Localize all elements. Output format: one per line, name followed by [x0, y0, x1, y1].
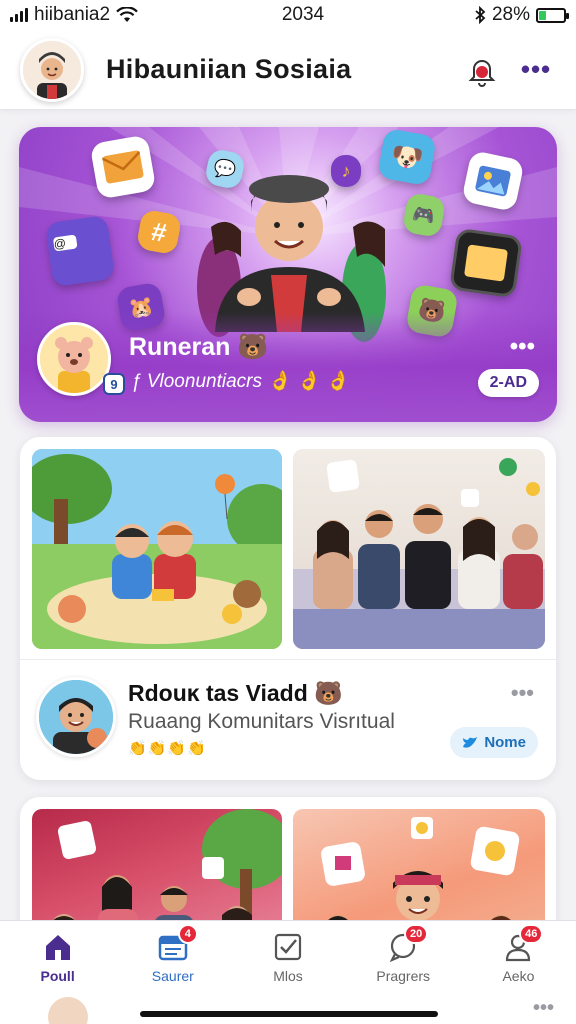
app-title: Hibauniian Sosiaia: [106, 54, 352, 84]
nav-label-tasks: Mlos: [273, 968, 303, 984]
post-author-avatar[interactable]: [36, 677, 116, 757]
notification-button[interactable]: [462, 50, 502, 90]
post-title: Rdouĸ tas Viadd 🐻: [128, 680, 343, 706]
bluetooth-icon: [475, 6, 486, 24]
featured-more-button[interactable]: •••: [510, 333, 535, 361]
featured-badge[interactable]: 2-AD: [477, 369, 539, 397]
profile-avatar[interactable]: [20, 37, 84, 102]
featured-subtitle: ƒ Vloonuntiacrs 👌 👌 👌: [131, 371, 349, 392]
nav-label-inbox: Saurer: [151, 968, 194, 984]
nav-item-chat[interactable]: 20 Pragrers: [346, 921, 461, 995]
battery-icon: [536, 7, 569, 23]
profile-badge: 46: [519, 924, 544, 944]
post-divider: [20, 659, 556, 660]
featured-card[interactable]: 💬 ♪ 🐶 @ # 🎮 🐻 🐹 9 Runeran 🐻 ƒ Vloonuntia…: [19, 127, 557, 422]
next-post-more-button[interactable]: •••: [533, 997, 554, 1020]
share-button[interactable]: Nome: [450, 727, 538, 758]
battery-level-fill: [539, 10, 546, 20]
post-image-group[interactable]: [293, 449, 545, 649]
inbox-icon: 4: [158, 924, 198, 962]
post-subtitle: Ruaang Komunitars Visrıtual: [128, 710, 395, 733]
nav-label-home: Poull: [40, 968, 75, 984]
bottom-navigation: Poull 4 Saurer Mlos 20 Pragrers 46 Aeko: [0, 920, 576, 995]
status-bar: hiibania2 2034 28%: [0, 0, 576, 30]
nav-label-chat: Pragrers: [376, 968, 431, 984]
home-indicator[interactable]: [140, 1011, 438, 1017]
wifi-icon: [116, 7, 138, 22]
clock: 2034: [281, 4, 325, 25]
chat-badge: 20: [403, 924, 429, 944]
app-header: Hibauniian Sosiaia •••: [0, 30, 576, 110]
share-label: Nome: [484, 734, 526, 751]
post-reactions[interactable]: 👏👏👏👏: [128, 739, 207, 757]
next-post-peek[interactable]: •••: [0, 995, 576, 1024]
profile-icon: 46: [503, 924, 544, 962]
inbox-badge: 4: [177, 924, 198, 944]
header-more-button[interactable]: •••: [516, 50, 556, 90]
post-image-park[interactable]: [32, 449, 282, 649]
bell-icon: [468, 59, 496, 87]
bird-icon: [463, 736, 478, 748]
check-box-icon: [273, 932, 303, 962]
signal-icon: [10, 8, 28, 22]
featured-avatar[interactable]: [37, 322, 111, 396]
featured-name: Runeran 🐻: [129, 333, 269, 361]
nav-item-inbox[interactable]: 4 Saurer: [115, 921, 230, 995]
next-post-avatar: [48, 997, 88, 1024]
nav-item-home[interactable]: Poull: [0, 921, 115, 995]
post-card[interactable]: Rdouĸ tas Viadd 🐻 Ruaang Komunitars Visr…: [20, 437, 556, 780]
post-more-button[interactable]: •••: [511, 680, 534, 706]
status-right: 28%: [436, 4, 569, 26]
nav-item-profile[interactable]: 46 Aeko: [461, 921, 576, 995]
carrier-name: hiibania2: [34, 4, 111, 25]
avatar-count-badge: 9: [103, 373, 125, 395]
chat-icon: 20: [388, 924, 429, 963]
battery-percent: 28%: [491, 4, 530, 25]
nav-label-profile: Aeko: [502, 968, 535, 984]
nav-item-tasks[interactable]: Mlos: [230, 921, 345, 995]
home-icon: [43, 932, 73, 962]
